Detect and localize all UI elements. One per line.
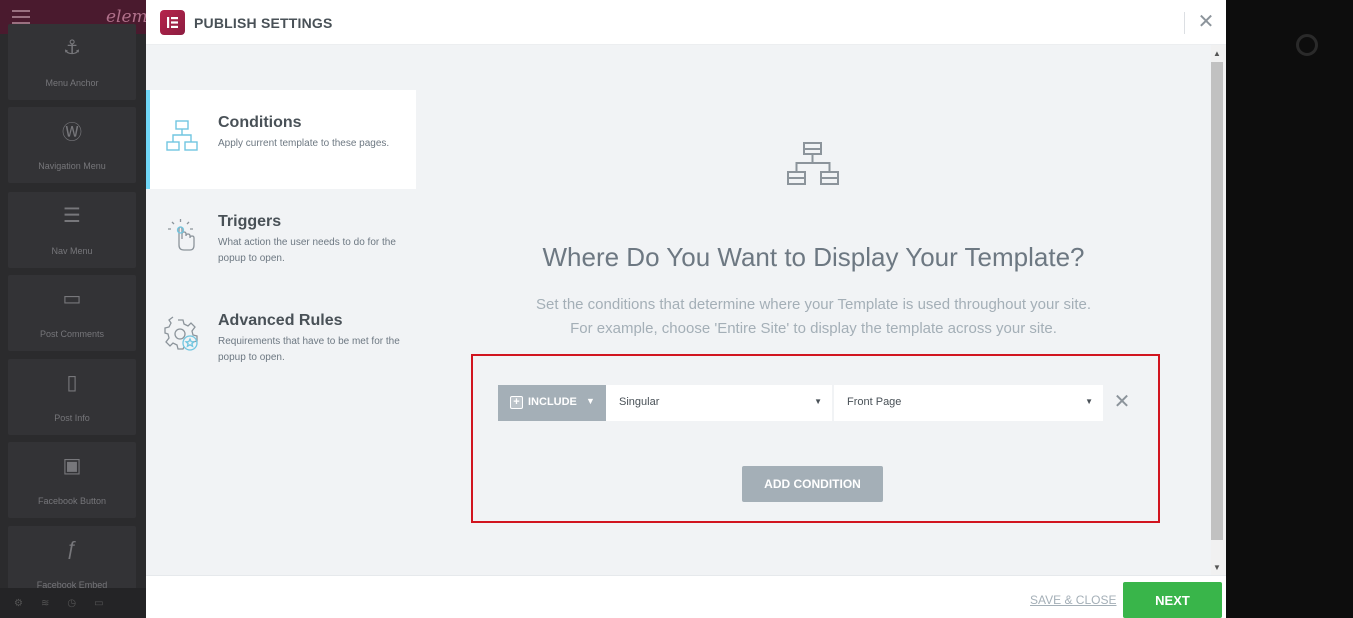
page-subtext: Set the conditions that determine where … (416, 293, 1211, 341)
condition-subtype-select[interactable]: Front Page ▼ (834, 385, 1103, 421)
widget-facebook-button[interactable]: ▣ Facebook Button (8, 442, 136, 518)
subtext-line-2: For example, choose 'Entire Site' to dis… (570, 320, 1057, 337)
widget-label: Post Comments (39, 329, 105, 339)
sidebar-item-title: Advanced Rules (218, 312, 343, 329)
widget-nav-menu[interactable]: ☰ Nav Menu (8, 192, 136, 268)
editor-bottom-bar: ⚙ ≋ ◷ ▭ (0, 588, 146, 618)
condition-row: + INCLUDE ▼ Singular ▼ Front Page ▼ (498, 385, 1103, 421)
sidebar-item-description: What action the user needs to do for the… (218, 237, 396, 264)
select-value: Front Page (847, 396, 902, 408)
page-headline: Where Do You Want to Display Your Templa… (542, 242, 1085, 272)
sidebar-item-advanced-rules[interactable]: Advanced Rules Requirements that have to… (146, 288, 416, 387)
widget-label: Nav Menu (51, 246, 93, 256)
screen: eleme ⚓ Menu Anchor Ⓦ Navigation Menu ☰ … (0, 0, 1353, 618)
editor-panel: eleme ⚓ Menu Anchor Ⓦ Navigation Menu ☰ … (0, 0, 158, 618)
elementor-logo-icon (160, 10, 185, 35)
thumbs-up-icon: ▣ (62, 454, 82, 477)
sidebar-item-conditions[interactable]: Conditions Apply current template to the… (146, 90, 416, 189)
search-icon (1296, 34, 1318, 56)
history-icon[interactable]: ◷ (67, 598, 76, 609)
save-and-close-link[interactable]: SAVE & CLOSE (1030, 593, 1116, 607)
modal-title: PUBLISH SETTINGS (194, 15, 333, 31)
scroll-down-icon[interactable]: ▼ (1213, 563, 1221, 572)
sidebar-item-triggers[interactable]: Triggers What action the user needs to d… (146, 189, 416, 288)
include-label: INCLUDE (528, 396, 577, 408)
remove-condition-icon[interactable]: ✕ (1111, 391, 1133, 413)
hamburger-menu-icon[interactable] (12, 10, 30, 24)
header-divider (1184, 12, 1185, 34)
facebook-embed-icon: ƒ (66, 537, 78, 560)
sidebar-item-title: Triggers (218, 213, 282, 230)
responsive-icon[interactable]: ▭ (94, 598, 103, 609)
add-condition-button[interactable]: ADD CONDITION (742, 466, 883, 502)
sidebar-item-description: Requirements that have to be met for the… (218, 336, 400, 363)
click-hand-icon (168, 219, 195, 251)
chevron-down-icon: ▼ (814, 397, 822, 406)
include-exclude-select[interactable]: + INCLUDE ▼ (498, 385, 606, 421)
settings-sidebar: Conditions Apply current template to the… (146, 45, 416, 575)
page-background-right (1226, 0, 1353, 618)
sidebar-item-description: Apply current template to these pages. (218, 138, 390, 149)
widget-post-info[interactable]: ▯ Post Info (8, 359, 136, 435)
plus-icon: + (510, 396, 523, 409)
nav-menu-icon: ☰ (63, 204, 81, 227)
layers-icon[interactable]: ≋ (41, 598, 49, 609)
widget-label: Navigation Menu (38, 161, 106, 171)
comments-icon: ▭ (62, 287, 82, 310)
gear-star-icon (164, 316, 198, 351)
content-scrollbar[interactable]: ▲ ▼ (1211, 45, 1226, 575)
modal-header: PUBLISH SETTINGS ✕ (146, 0, 1226, 45)
widget-menu-anchor[interactable]: ⚓ Menu Anchor (8, 24, 136, 100)
anchor-icon: ⚓ (63, 36, 81, 59)
sidebar-item-title: Conditions (218, 114, 302, 131)
subtext-line-1: Set the conditions that determine where … (535, 296, 1092, 313)
scroll-up-icon[interactable]: ▲ (1213, 49, 1221, 58)
close-icon[interactable]: ✕ (1196, 12, 1216, 32)
chevron-down-icon: ▼ (586, 396, 595, 406)
publish-settings-modal: PUBLISH SETTINGS ✕ Conditions Apply curr… (146, 0, 1226, 618)
settings-icon[interactable]: ⚙ (14, 598, 23, 609)
conditions-content: Where Do You Want to Display Your Templa… (416, 45, 1211, 575)
condition-type-select[interactable]: Singular ▼ (606, 385, 833, 421)
sitemap-icon (166, 120, 198, 151)
elementor-logo-glyph (167, 17, 178, 28)
widget-post-comments[interactable]: ▭ Post Comments (8, 275, 136, 351)
select-value: Singular (619, 396, 660, 408)
post-info-icon: ▯ (66, 371, 78, 394)
scrollbar-thumb[interactable] (1211, 62, 1223, 540)
sitemap-icon (787, 142, 839, 185)
widget-label: Facebook Button (37, 496, 107, 506)
widget-navigation-menu[interactable]: Ⓦ Navigation Menu (8, 107, 136, 183)
widget-label: Post Info (54, 413, 90, 423)
wordpress-icon: Ⓦ (62, 121, 82, 144)
modal-footer: SAVE & CLOSE NEXT (146, 575, 1226, 618)
next-button[interactable]: NEXT (1123, 582, 1222, 618)
chevron-down-icon: ▼ (1085, 397, 1093, 406)
widget-label: Menu Anchor (45, 78, 99, 88)
